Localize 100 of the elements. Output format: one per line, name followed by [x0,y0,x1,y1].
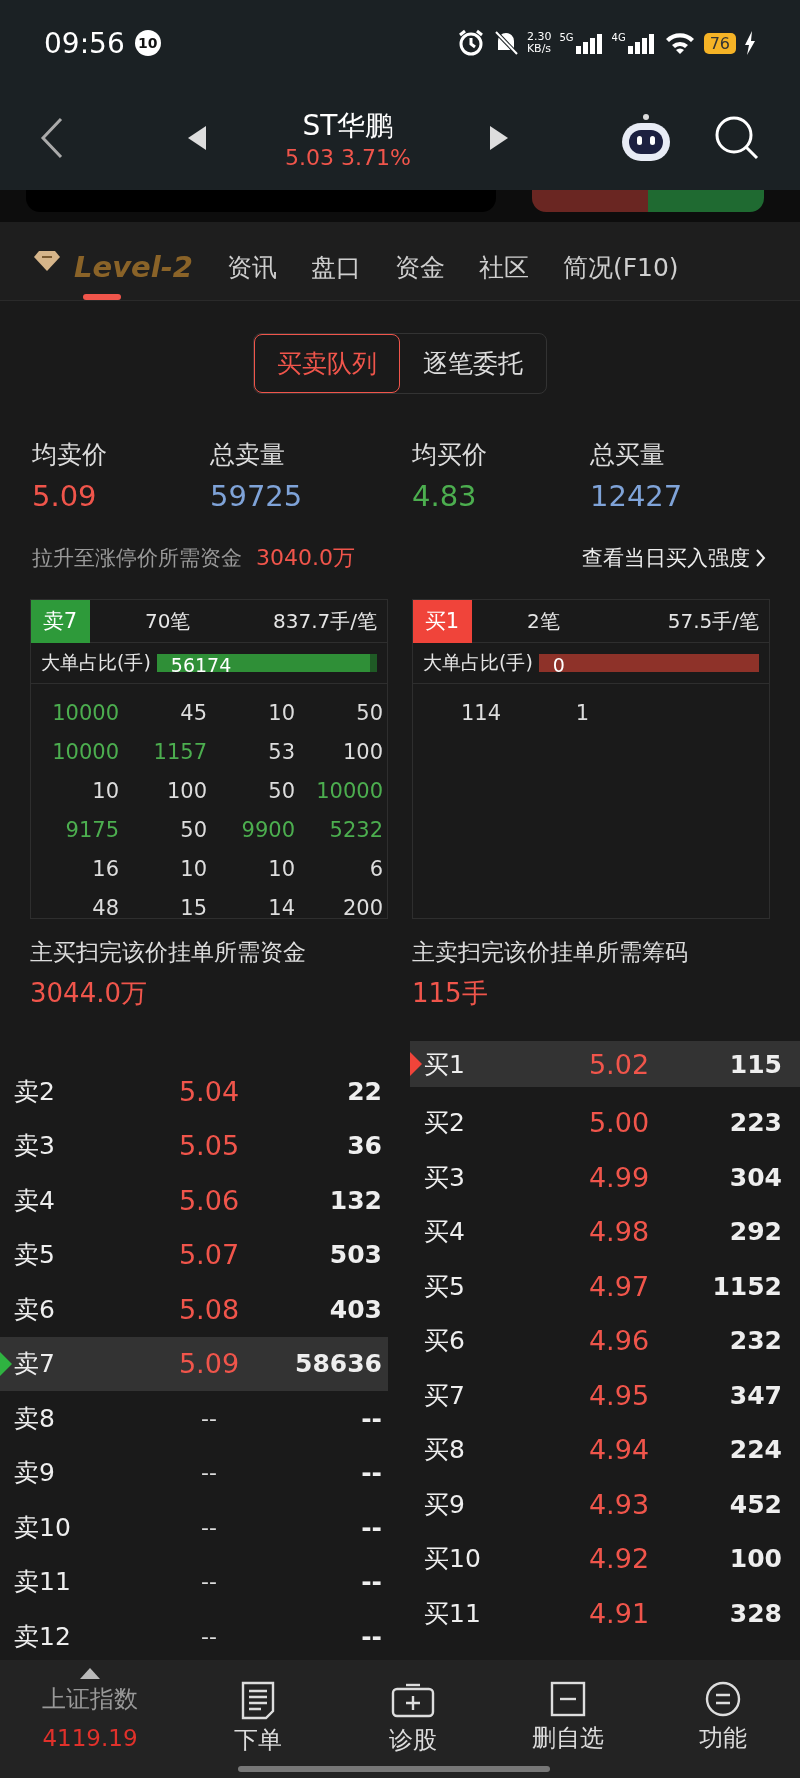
queue-order-cell-text: 50 [267,778,295,805]
order-book-row[interactable]: 买3 4.99 304 [410,1150,800,1205]
tab[interactable]: 简况(F10) [545,234,696,300]
price-cell-text: 4.95 [587,1379,651,1411]
segment-tab[interactable]: 买卖队列 [254,334,400,393]
current-level-marker-icon [0,1351,12,1376]
queue-order-cell-text: 10000 [315,778,383,805]
order-book-row[interactable]: 买4 4.98 292 [410,1204,800,1259]
toolbar-button[interactable]: 功能 [645,1660,800,1778]
search-icon[interactable] [714,115,760,161]
order-book-row[interactable]: 买8 4.94 224 [410,1422,800,1477]
volume-cell-text: 452 [728,1489,782,1519]
queue-order-cell-text: 45 [179,700,207,727]
menu-icon [703,1680,742,1718]
queue-level-tag: 买1 [413,600,472,643]
sweep-value: 115手 [412,977,489,1010]
order-book-row[interactable]: 买2 5.00 223 [410,1095,800,1150]
order-book-row[interactable]: 卖5 5.07 503 [0,1227,388,1282]
sweep-label: 主买扫完该价挂单所需资金 [30,938,307,967]
price-cell-text: -- [200,1623,218,1649]
notification-count: 10 [134,30,161,56]
order-book-row[interactable]: 买6 4.96 232 [410,1313,800,1368]
price-cell-text: 4.92 [587,1543,651,1575]
volume-cell-text: -- [360,1403,382,1433]
queue-level-tag: 卖7 [31,600,90,643]
large-order-label: 大单占比(手) [423,650,533,675]
volume-cell-text: 100 [728,1544,782,1574]
queue-order-cell-text: 200 [341,895,383,918]
volume-cell-text: 304 [728,1162,782,1192]
back-icon[interactable] [40,117,64,159]
price-cell-text: -- [200,1405,218,1431]
volume-cell-text: 224 [728,1435,782,1465]
level-label: 卖2 [14,1075,56,1108]
order-book-row[interactable]: 卖7 5.09 58636 [0,1336,388,1391]
order-book-row[interactable]: 卖10 -- -- [0,1500,388,1555]
volume-cell-text: 58636 [294,1349,382,1379]
price-cell-text: 4.96 [587,1325,651,1357]
large-order-value: 0 [551,654,565,676]
queue-order-cell-text: 50 [355,700,383,727]
segment-tab[interactable]: 逐笔委托 [400,334,546,393]
level-label: 买3 [424,1161,466,1194]
level-label: 买5 [424,1270,466,1303]
order-book-row[interactable]: 买11 4.91 328 [410,1586,800,1641]
tab[interactable]: 盘口 [293,234,378,300]
price-cell-text: 5.06 [177,1184,241,1216]
level-label: 买7 [424,1379,466,1412]
network-type: 5G [559,32,574,43]
next-icon[interactable] [490,126,508,150]
sweep-value: 3044.0万 [30,977,148,1010]
order-book-row[interactable]: 买5 4.97 1152 [410,1259,800,1314]
price-cell-text: 5.08 [177,1293,241,1325]
stat-value: 5.09 [32,479,98,513]
order-book-row[interactable]: 卖2 5.04 22 [0,1064,388,1119]
level-label: 卖6 [14,1293,56,1326]
queue-order-cell-text: 5232 [328,817,383,844]
queue-order-cell-text: 9175 [64,817,119,844]
order-book-row[interactable]: 卖11 -- -- [0,1554,388,1609]
stat-label: 总卖量 [210,439,286,471]
buy-strength-link[interactable]: 查看当日买入强度 [582,544,766,572]
tab[interactable]: 资金 [377,234,462,300]
level-label: 买4 [424,1216,466,1249]
volume-cell-text: 1152 [711,1271,782,1301]
order-book-row[interactable]: 买7 4.95 347 [410,1368,800,1423]
tab[interactable]: 社区 [461,234,546,300]
stock-name: ST华鹏 [302,107,394,144]
volume-cell-text: 292 [728,1217,782,1247]
volume-cell-text: 132 [328,1185,382,1215]
order-book-row[interactable]: 卖4 5.06 132 [0,1173,388,1228]
order-book-row[interactable]: 卖6 5.08 403 [0,1282,388,1337]
order-book-row[interactable]: 卖8 -- -- [0,1391,388,1446]
order-book-row[interactable]: 卖9 -- -- [0,1445,388,1500]
signal-icon [575,32,604,54]
alarm-icon [456,29,485,57]
toolbar-button[interactable]: 删自选 [490,1660,645,1778]
level-label: 买8 [424,1434,466,1467]
level-label: 卖9 [14,1457,56,1490]
minus-square-icon [548,1680,587,1718]
network-speed: 2.30 KB/s [526,31,552,55]
order-book-row[interactable]: 买1 5.02 115 [410,1041,800,1087]
queue-order-cell-text: 10 [91,778,119,805]
order-count: 2笔 [527,607,561,635]
previous-icon[interactable] [188,126,206,150]
index-name: 上证指数 [42,1684,138,1715]
order-count: 70笔 [145,607,192,635]
expand-up-icon[interactable] [80,1668,100,1679]
order-book-row[interactable]: 卖3 5.05 36 [0,1118,388,1173]
order-book-row[interactable]: 买9 4.93 452 [410,1477,800,1532]
level-label: 卖12 [14,1620,72,1653]
tab[interactable]: 资讯 [209,234,294,300]
order-book-row[interactable]: 买10 4.92 100 [410,1531,800,1586]
level-label: 卖3 [14,1130,56,1163]
price-cell-text: 4.91 [587,1597,651,1629]
queue-order-cell-text: 10000 [51,739,119,766]
price-cell-text: 4.93 [587,1488,651,1520]
volume-cell-text: -- [360,1458,382,1488]
large-order-value: 56174 [169,654,232,676]
muted-bell-icon [492,29,519,57]
price-cell-text: 5.09 [177,1348,241,1380]
price-cell-text: 4.97 [587,1270,651,1302]
level-label: 卖11 [14,1566,72,1599]
